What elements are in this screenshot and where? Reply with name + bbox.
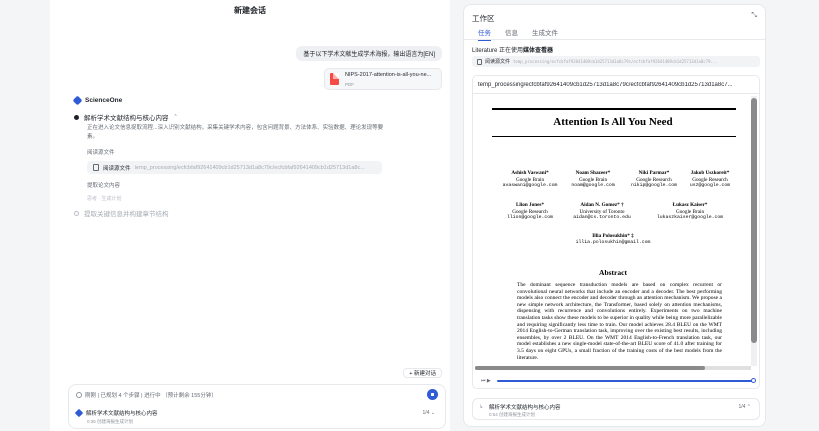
extract-content-label: 提取论文内容 [87, 183, 121, 189]
playback-knob[interactable] [751, 378, 756, 383]
tool-path: temp_processing/ecfcbfaf92641409cb1d2571… [134, 164, 365, 171]
playback-buttons[interactable]: ⏮ ▶ [481, 378, 491, 384]
pdf-page[interactable]: Attention Is All You Need Ashish Vaswani… [475, 96, 751, 366]
author-block: Ashish Vaswani* Google Brain avaswani@go… [495, 170, 565, 190]
document-viewer: temp_processing/ecfcbfaf92641409cb1d2571… [472, 75, 760, 389]
task-icon [74, 408, 84, 418]
assistant-brand-name: ScienceOne [85, 97, 123, 104]
document-path: temp_processing/ecfcbfaf92641409cb1d2571… [478, 82, 733, 88]
playback-progress-bar[interactable] [496, 378, 756, 383]
chat-panel: 新建会话 基于以下学术文献生成学术海报，输出语言为[EN] NIPS-2017-… [50, 0, 450, 431]
read-source-label: 阅读源文件 [87, 150, 115, 156]
attached-file-type: PDF [345, 82, 354, 87]
pdf-file-icon [330, 73, 339, 85]
read-source-tool-card[interactable]: 阅读源文件 temp_processing/ecfcbfaf92641409cb… [87, 161, 382, 174]
step-active-dot-icon [74, 114, 79, 120]
workspace-panel: 工作区 ⤡ 任务 信息 生成文件 Literature 正在使用媒体查看器 阅读… [463, 4, 766, 427]
viewer-note-prefix: Literature 正在使用 [472, 48, 524, 54]
author-email: lukaszkaiser@google.com [656, 215, 724, 220]
path-chip-path: temp_processing/ecfcbfaf92641409cb1d2571… [513, 59, 718, 64]
author-block: Illia Polosukhin* ‡ illia.polosukhin@gma… [573, 233, 653, 246]
path-chip[interactable]: 阅读源文件 temp_processing/ecfcbfaf92641409cb… [472, 56, 760, 67]
document-icon [477, 58, 482, 65]
tab-divider [464, 39, 765, 40]
status-line: 刚刚 | 已规划 4 个步骤 | 进行中 （预计剩余 155分钟） [76, 391, 217, 399]
step-2-title: 提取关键信息并构建章节结构 [84, 211, 169, 218]
chat-title: 新建会话 [234, 6, 266, 15]
author-email: usz@google.com [689, 183, 731, 188]
collapse-icon[interactable]: ⤡ [751, 12, 757, 20]
viewer-divider [473, 93, 759, 94]
author-block: Jakob Uszkoreit* Google Research usz@goo… [675, 170, 745, 190]
attached-file-card[interactable]: NIPS-2017-attention-is-all-you-ne... PDF [324, 68, 442, 90]
stop-button[interactable] [427, 389, 438, 400]
task-count-toggle[interactable]: 1/4 ⌄ [422, 410, 435, 416]
chevron-up-icon[interactable]: ⌃ [174, 114, 178, 120]
author-block: Łukasz Kaiser* Google Brain lukaszkaiser… [647, 202, 733, 222]
task-step-icon: ↳ [479, 404, 484, 410]
user-message: 基于以下学术文献生成学术海报，输出语言为[EN] [296, 46, 442, 61]
abstract-title: Abstract [599, 268, 627, 277]
title-rule-top [492, 108, 736, 110]
author-email: aidan@cs.toronto.edu [573, 215, 631, 220]
workspace-title: 工作区 [472, 14, 495, 23]
workspace-task-card[interactable]: ↳ 解析学术文献结构与核心内容 0:54 创建海报生成计划 1/4 ⌃ [472, 398, 760, 420]
abstract-body: The dominant sequence transduction model… [517, 282, 722, 361]
viewer-note-bold: 媒体查看器 [523, 48, 554, 54]
tool-name: 阅读源文件 [103, 165, 131, 172]
current-task-title: 解析学术文献结构与核心内容 [86, 411, 158, 417]
workspace-task-count[interactable]: 1/4 ⌃ [738, 404, 751, 410]
step-2-header[interactable]: 提取关键信息并构建章节结构 [74, 208, 169, 218]
new-chat-button[interactable]: + 新建对话 [403, 368, 442, 378]
current-task-sub: 0:35 创建海报生成计划 [87, 419, 134, 424]
author-block: Llion Jones* Google Research llion@googl… [495, 202, 565, 222]
task-status-box: 刚刚 | 已规划 4 个步骤 | 进行中 （预计剩余 155分钟） 解析学术文献… [68, 384, 446, 429]
workspace-task-sub: 0:54 创建海报生成计划 [489, 412, 536, 417]
current-task-row[interactable]: 解析学术文献结构与核心内容 [74, 408, 158, 418]
path-chip-label: 阅读源文件 [485, 59, 511, 65]
horizontal-scroll-thumb[interactable] [475, 366, 705, 370]
app-root: 新建会话 基于以下学术文献生成学术海报，输出语言为[EN] NIPS-2017-… [0, 0, 819, 431]
author-email: avaswani@google.com [502, 183, 558, 188]
assistant-brand: ScienceOne [72, 95, 123, 106]
author-email: illia.polosukhin@gmail.com [575, 239, 651, 245]
scienceone-logo-icon [72, 95, 83, 106]
paper-title: Attention Is All You Need [553, 116, 673, 128]
clock-icon [76, 392, 82, 398]
author-email: llion@google.com [506, 215, 554, 220]
step-1-description: 正在进入论文信息捉取流程...深入识别文献结构，采集关键学术内容，包含问题背景、… [87, 125, 384, 140]
thinking-status: 思考 · 生成计划 [87, 196, 122, 202]
vertical-scroll-thumb[interactable] [751, 98, 757, 343]
step-pending-dot-icon [74, 210, 79, 216]
attached-file-name: NIPS-2017-attention-is-all-you-ne... [345, 72, 432, 78]
viewer-note: Literature 正在使用媒体查看器 [472, 45, 553, 54]
status-text: 刚刚 | 已规划 4 个步骤 | 进行中 （预计剩余 155分钟） [85, 393, 217, 399]
playback-controls: ⏮ ▶ [481, 376, 756, 386]
author-block: Noam Shazeer* Google Brain noam@google.c… [558, 170, 628, 190]
author-block: Aidan N. Gomez* † University of Toronto … [567, 202, 637, 222]
document-icon [93, 164, 99, 171]
step-1-title: 解析学术文献结构与核心内容 [84, 115, 169, 122]
step-1-header[interactable]: 解析学术文献结构与核心内容 ⌃ [74, 112, 178, 122]
title-rule-bottom [492, 136, 736, 137]
author-email: noam@google.com [571, 183, 615, 188]
workspace-task-title: 解析学术文献结构与核心内容 [489, 405, 561, 411]
